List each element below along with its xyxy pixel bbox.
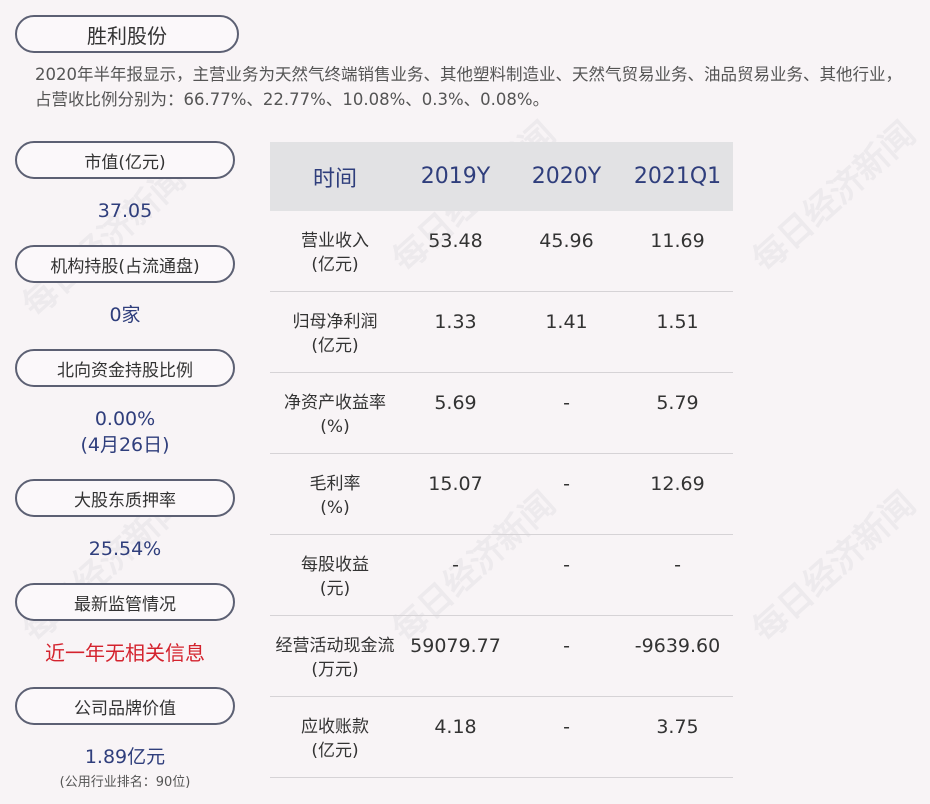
- row-label: 净资产收益率: [284, 393, 386, 413]
- brand-rank-note: (公用行业排名：90位): [59, 775, 191, 790]
- cell-value: 3.75: [656, 716, 699, 738]
- table-row: 归母净利润 (亿元) 1.33 1.41 1.51: [270, 292, 733, 373]
- cell-value: -: [563, 635, 570, 657]
- table-row: 应收账款 (亿元) 4.18 - 3.75: [270, 697, 733, 778]
- row-unit: (%): [320, 417, 350, 437]
- table-row: 每股收益 (元) - - -: [270, 535, 733, 616]
- cell-value: 1.33: [434, 311, 477, 333]
- row-unit: (元): [319, 579, 351, 599]
- watermark: 每日经济新闻: [745, 483, 924, 651]
- cell-value: -: [674, 554, 681, 576]
- cell-value: -: [452, 554, 459, 576]
- business-summary: 2020年半年报显示，主营业务为天然气终端销售业务、其他塑料制造业、天然气贸易业…: [35, 65, 902, 109]
- header-2020y: 2020Y: [531, 164, 602, 189]
- row-label: 归母净利润: [292, 312, 378, 332]
- row-label: 每股收益: [301, 555, 369, 575]
- row-label: 毛利率: [309, 474, 361, 494]
- cell-value: 59079.77: [410, 635, 501, 657]
- institutional-holding-label: 机构持股(占流通盘): [15, 245, 235, 283]
- brand-value: 1.89亿元: [84, 746, 166, 768]
- cell-value: 1.51: [656, 311, 699, 333]
- table-row: 经营活动现金流 (万元) 59079.77 - -9639.60: [270, 616, 733, 697]
- cell-value: -9639.60: [634, 635, 721, 657]
- cell-value: 11.69: [650, 230, 705, 252]
- cell-value: -: [563, 473, 570, 495]
- institutional-holding-value: 0家: [109, 304, 141, 326]
- cell-value: 45.96: [539, 230, 594, 252]
- table-row: 净资产收益率 (%) 5.69 - 5.79: [270, 373, 733, 454]
- row-unit: (万元): [311, 660, 359, 680]
- table-header: 时间 2019Y 2020Y 2021Q1: [270, 142, 733, 211]
- cell-value: 12.69: [650, 473, 705, 495]
- company-title: 胜利股份: [15, 15, 239, 53]
- header-2021q1: 2021Q1: [633, 164, 722, 189]
- watermark: 每日经济新闻: [745, 113, 924, 281]
- row-unit: (亿元): [311, 255, 359, 275]
- cell-value: 1.41: [545, 311, 588, 333]
- row-unit: (亿元): [311, 741, 359, 761]
- header-2019y: 2019Y: [420, 164, 491, 189]
- row-label: 应收账款: [301, 717, 369, 737]
- brand-value-label: 公司品牌价值: [15, 687, 235, 725]
- regulation-label: 最新监管情况: [15, 583, 235, 621]
- row-unit: (亿元): [311, 336, 359, 356]
- northbound-ratio-date: (4月26日): [80, 434, 170, 456]
- table-row: 毛利率 (%) 15.07 - 12.69: [270, 454, 733, 535]
- table-row: 营业收入 (亿元) 53.48 45.96 11.69: [270, 211, 733, 292]
- regulation-value: 近一年无相关信息: [45, 641, 205, 665]
- cell-value: 5.69: [434, 392, 477, 414]
- header-period: 时间: [312, 166, 357, 192]
- cell-value: 5.79: [656, 392, 699, 414]
- financial-table: 时间 2019Y 2020Y 2021Q1 营业收入 (亿元) 53.48 45.…: [270, 142, 733, 778]
- cell-value: -: [563, 392, 570, 414]
- pledge-ratio-value: 25.54%: [88, 538, 162, 560]
- cell-value: 53.48: [428, 230, 483, 252]
- row-label: 营业收入: [301, 231, 369, 251]
- cell-value: -: [563, 716, 570, 738]
- row-label: 经营活动现金流: [275, 636, 395, 656]
- cell-value: 4.18: [434, 716, 477, 738]
- row-unit: (%): [320, 498, 350, 518]
- pledge-ratio-label: 大股东质押率: [15, 479, 235, 517]
- cell-value: -: [563, 554, 570, 576]
- market-cap-label: 市值(亿元): [15, 141, 235, 179]
- cell-value: 15.07: [428, 473, 483, 495]
- northbound-ratio-label: 北向资金持股比例: [15, 349, 235, 387]
- market-cap-value: 37.05: [97, 200, 153, 222]
- northbound-ratio-value: 0.00%: [94, 408, 156, 430]
